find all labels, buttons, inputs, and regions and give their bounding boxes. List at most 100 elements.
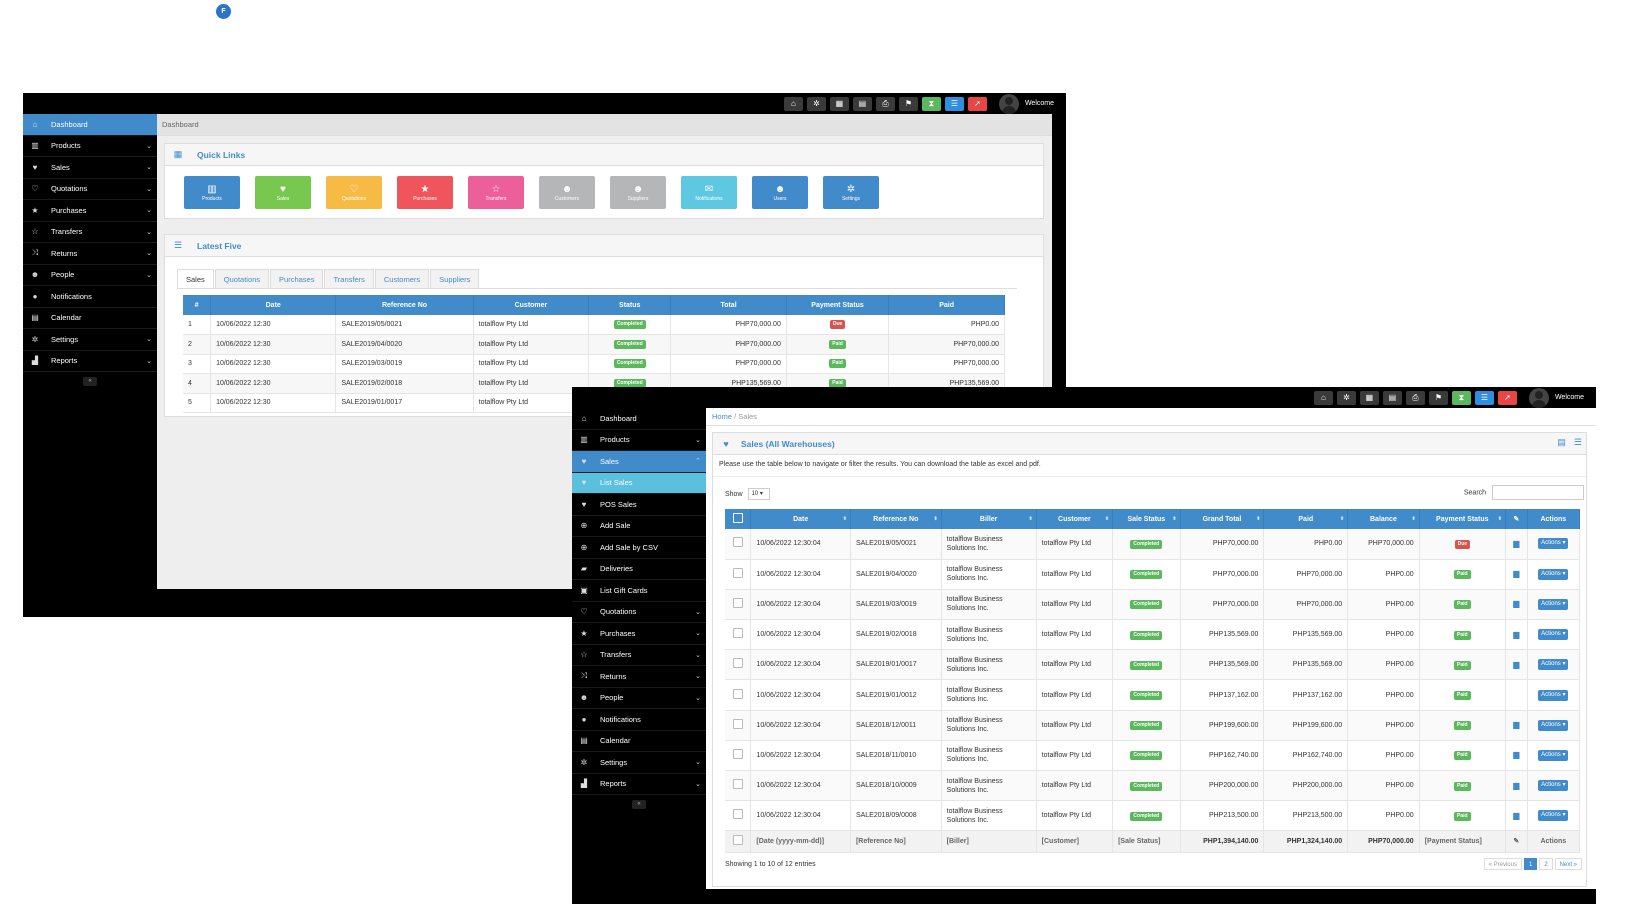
tab-purchases[interactable]: Purchases [270,269,324,288]
hourglass-button[interactable]: ⧗ [1451,390,1471,405]
column-header[interactable]: Reference No [335,295,474,315]
actions-dropdown-button[interactable]: Actions ▾ [1538,780,1569,792]
flag-button[interactable]: ⚑ [1428,390,1448,405]
document-icon[interactable]: ▆ [1513,720,1519,729]
sidebar-item-sales[interactable]: ♥ Sales ⌃ [572,451,706,473]
table-row[interactable]: 10/06/2022 12:30:04 SALE2019/03/0019 total… [725,589,1581,621]
page-length-select[interactable]: 10 ▾ [748,488,771,500]
next-page-button[interactable]: Next » [1554,858,1582,871]
table-row[interactable]: 10/06/2022 12:30:04 SALE2018/11/0010 total… [725,740,1581,772]
collapse-sidebar-button[interactable]: « [83,376,97,386]
rocket-button[interactable]: ➚ [1497,390,1517,405]
column-header[interactable]: Actions [1527,509,1581,529]
page-2-button[interactable]: 2 [1539,858,1553,871]
row-checkbox[interactable] [732,658,743,669]
actions-dropdown-button[interactable]: Actions ▾ [1538,538,1569,550]
sidebar-item-transfers[interactable]: ☆ Transfers ⌄ [572,645,706,666]
column-header[interactable]: Sale Status ⬍ [1112,509,1181,529]
document-icon[interactable]: ▆ [1513,781,1519,790]
sidebar-item-transfers[interactable]: ☆ Transfers ⌄ [23,222,157,243]
actions-dropdown-button[interactable]: Actions ▾ [1538,749,1569,761]
sidebar-item-reports[interactable]: ▟ Reports ⌄ [23,351,157,372]
quick-link-customers[interactable]: ☻ Customers [539,176,595,209]
row-checkbox[interactable] [732,567,743,578]
actions-dropdown-button[interactable]: Actions ▾ [1538,629,1569,641]
filter-payment-status[interactable]: [Payment Status] [1419,830,1506,854]
sidebar-item-add-sale[interactable]: ⊕ Add Sale [572,516,706,537]
print-button[interactable]: ⎙ [1405,390,1425,405]
search-input[interactable] [1492,485,1584,500]
row-checkbox[interactable] [732,809,743,820]
quick-link-notifications[interactable]: ✉ Notifications [681,176,737,209]
page-1-button[interactable]: 1 [1523,858,1538,871]
document-icon[interactable]: ▆ [1513,750,1519,759]
sidebar-item-settings[interactable]: ✲ Settings ⌄ [23,329,157,351]
sidebar-item-reports[interactable]: ▟ Reports ⌄ [572,774,706,795]
sidebar-item-quotations[interactable]: ♡ Quotations ⌄ [23,179,157,200]
sidebar-item-purchases[interactable]: ★ Purchases ⌄ [572,623,706,645]
actions-dropdown-button[interactable]: Actions ▾ [1538,719,1569,731]
list-button[interactable]: ☰ [944,96,964,111]
column-header[interactable]: Customer ⬍ [1036,509,1114,529]
sidebar-item-notifications[interactable]: ● Notifications [572,709,706,731]
select-all-checkbox[interactable] [732,513,743,523]
document-icon[interactable]: ▆ [1513,599,1519,608]
table-row[interactable]: 10/06/2022 12:30:04 SALE2018/09/0008 total… [725,800,1581,832]
calculator-button[interactable]: ▦ [829,96,849,111]
calendar-button[interactable]: ▤ [852,96,872,111]
document-icon[interactable]: ▆ [1513,811,1519,820]
quick-link-settings[interactable]: ✲ Settings [823,176,879,209]
actions-dropdown-button[interactable]: Actions ▾ [1538,810,1569,822]
sidebar-item-calendar[interactable]: ▤ Calendar [23,308,157,329]
sidebar-item-calendar[interactable]: ▤ Calendar [572,731,706,752]
column-header[interactable]: Status [588,295,672,315]
user-menu[interactable]: Welcome [998,93,1054,114]
sidebar-item-people[interactable]: ☻ People ⌄ [572,688,706,709]
cogs-button[interactable]: ✲ [806,96,826,111]
row-checkbox[interactable] [732,537,743,548]
actions-dropdown-button[interactable]: Actions ▾ [1538,659,1569,671]
actions-dropdown-button[interactable]: Actions ▾ [1538,689,1569,701]
home-button[interactable]: ⌂ [783,96,803,111]
quick-link-purchases[interactable]: ★ Purchases [397,176,453,209]
home-button[interactable]: ⌂ [1313,390,1333,405]
flag-button[interactable]: ⚑ [898,96,918,111]
rocket-button[interactable]: ➚ [967,96,987,111]
column-header[interactable]: Reference No ⬍ [850,509,942,529]
document-icon[interactable]: ▆ [1513,630,1519,639]
column-header[interactable]: Payment Status [786,295,890,315]
row-checkbox[interactable] [732,718,743,729]
table-row[interactable]: 10/06/2022 12:30:04 SALE2019/04/0020 total… [725,559,1581,590]
column-header[interactable]: Date ⬍ [750,509,851,529]
filter-sale-status[interactable]: [Sale Status] [1112,830,1181,854]
sidebar-item-dashboard[interactable]: ⌂ Dashboard [23,114,157,136]
sidebar-item-dashboard[interactable]: ⌂ Dashboard [572,408,706,430]
menu-icon[interactable]: ☰ [1574,437,1582,448]
breadcrumb-home-link[interactable]: Home [712,412,732,421]
tab-quotations[interactable]: Quotations [214,269,270,288]
quick-link-sales[interactable]: ♥ Sales [255,176,311,209]
filter-reference[interactable]: [Reference No] [850,830,942,854]
document-icon[interactable]: ▆ [1513,569,1519,578]
table-row[interactable]: 10/06/2022 12:30:04 SALE2018/10/0009 total… [725,770,1581,802]
column-header[interactable]: Balance ⬍ [1347,509,1420,529]
column-header[interactable]: Grand Total ⬍ [1180,509,1265,529]
sidebar-item-add-sale-by-csv[interactable]: ⊕ Add Sale by CSV [572,537,706,559]
sidebar-item-returns[interactable]: ⤨ Returns ⌄ [23,243,157,265]
column-header[interactable]: # [183,295,212,315]
calendar-button[interactable]: ▤ [1382,390,1402,405]
tab-suppliers[interactable]: Suppliers [430,269,480,288]
table-row[interactable]: 10/06/2022 12:30:04 SALE2019/02/0018 total… [725,619,1581,651]
footer-actions[interactable]: Actions [1527,830,1581,854]
table-row[interactable]: 1 10/06/2022 12:30 SALE2019/05/0021 totalfl… [183,315,1005,335]
filter-date[interactable]: [Date (yyyy-mm-dd)] [750,830,851,854]
row-checkbox[interactable] [732,779,743,790]
footer-checkbox[interactable] [732,835,743,846]
user-menu[interactable]: Welcome [1528,387,1584,408]
column-header[interactable]: Date [210,295,337,315]
actions-dropdown-button[interactable]: Actions ▾ [1538,598,1569,610]
table-row[interactable]: 10/06/2022 12:30:04 SALE2018/12/0011 total… [725,710,1581,741]
sidebar-item-purchases[interactable]: ★ Purchases ⌄ [23,200,157,222]
table-row[interactable]: 10/06/2022 12:30:04 SALE2019/05/0021 total… [725,529,1581,560]
sidebar-item-notifications[interactable]: ● Notifications [23,286,157,308]
